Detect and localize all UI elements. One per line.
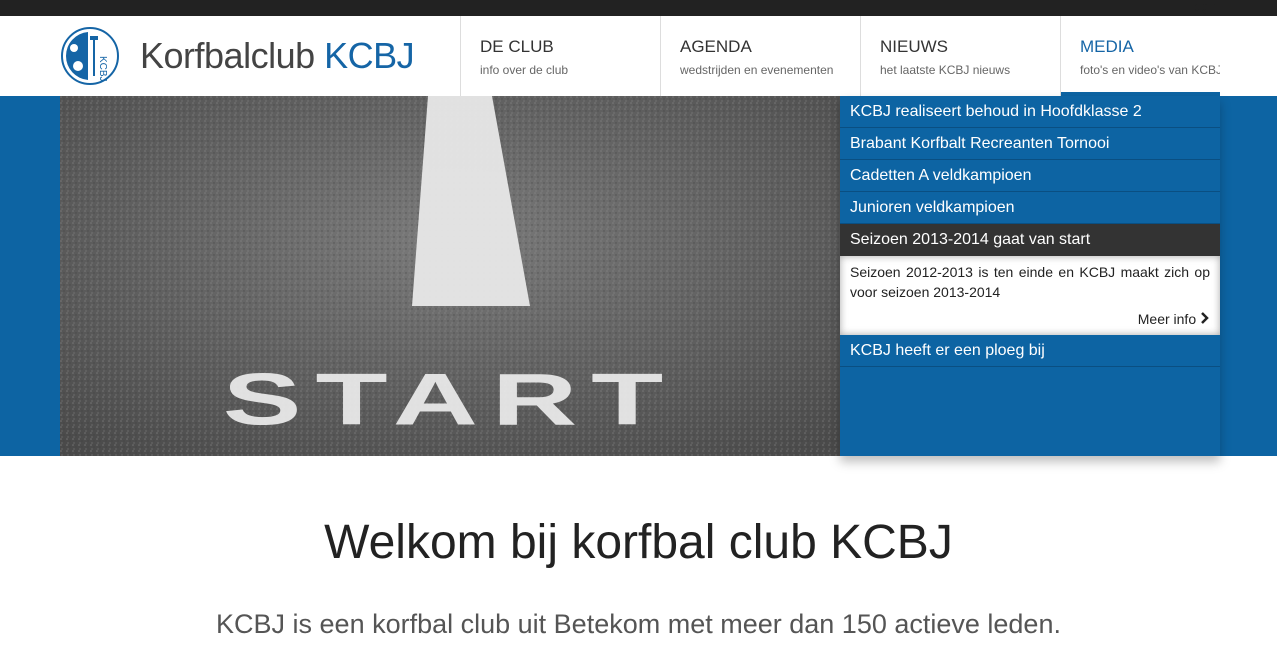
news-description: Seizoen 2012-2013 is ten einde en KCBJ m…	[850, 264, 1210, 300]
nav-subtitle: het laatste KCBJ nieuws	[880, 63, 1011, 77]
login-link[interactable]: login	[1190, 0, 1220, 14]
start-painted-text: START	[223, 358, 677, 440]
svg-text:KCBJ: KCBJ	[97, 56, 108, 82]
nav-item-agenda[interactable]: AGENDA wedstrijden en evenementen	[660, 16, 860, 96]
nav-subtitle: foto's en video's van KCBJ	[1080, 63, 1220, 77]
nav-item-media[interactable]: MEDIA foto's en video's van KCBJ	[1060, 16, 1220, 96]
start-road-image: START	[60, 96, 840, 456]
chevron-right-icon	[1201, 312, 1209, 324]
site-header: KCBJ Korfbalclub KCBJ DE CLUB info over …	[0, 16, 1277, 96]
news-item-active[interactable]: Seizoen 2013-2014 gaat van start	[840, 224, 1220, 256]
meer-info-link[interactable]: Meer info	[1138, 309, 1210, 329]
nav-subtitle: wedstrijden en evenementen	[680, 63, 834, 77]
nav-title: AGENDA	[680, 37, 752, 56]
news-item[interactable]: KCBJ heeft er een ploeg bij	[840, 335, 1220, 367]
nav-title: MEDIA	[1080, 37, 1134, 56]
news-list: KCBJ realiseert behoud in Hoofdklasse 2 …	[840, 96, 1220, 456]
news-item[interactable]: Junioren veldkampioen	[840, 192, 1220, 224]
brand-name-accent: KCBJ	[324, 35, 415, 76]
hero-image[interactable]: START	[60, 96, 840, 456]
news-description-panel: Seizoen 2012-2013 is ten einde en KCBJ m…	[840, 256, 1220, 335]
nav-item-nieuws[interactable]: NIEUWS het laatste KCBJ nieuws	[860, 16, 1060, 96]
brand-name-prefix: Korfbalclub	[140, 35, 325, 76]
news-item[interactable]: Cadetten A veldkampioen	[840, 160, 1220, 192]
nav-subtitle: info over de club	[480, 63, 569, 77]
nav-item-de-club[interactable]: DE CLUB info over de club	[460, 16, 660, 96]
nav-title: NIEUWS	[880, 37, 948, 56]
news-item[interactable]: KCBJ realiseert behoud in Hoofdklasse 2	[840, 96, 1220, 128]
top-bar: login	[0, 0, 1277, 16]
meer-info-label: Meer info	[1137, 311, 1197, 327]
club-tagline: KCBJ is een korfbal club uit Betekom met…	[216, 609, 1061, 639]
nav-title: DE CLUB	[480, 37, 554, 56]
brand-name[interactable]: Korfbalclub KCBJ	[140, 35, 415, 77]
news-item[interactable]: Brabant Korfbalt Recreanten Tornooi	[840, 128, 1220, 160]
welcome-heading: Welkom bij korfbal club KCBJ	[324, 516, 953, 569]
club-logo-icon[interactable]: KCBJ	[60, 26, 120, 86]
